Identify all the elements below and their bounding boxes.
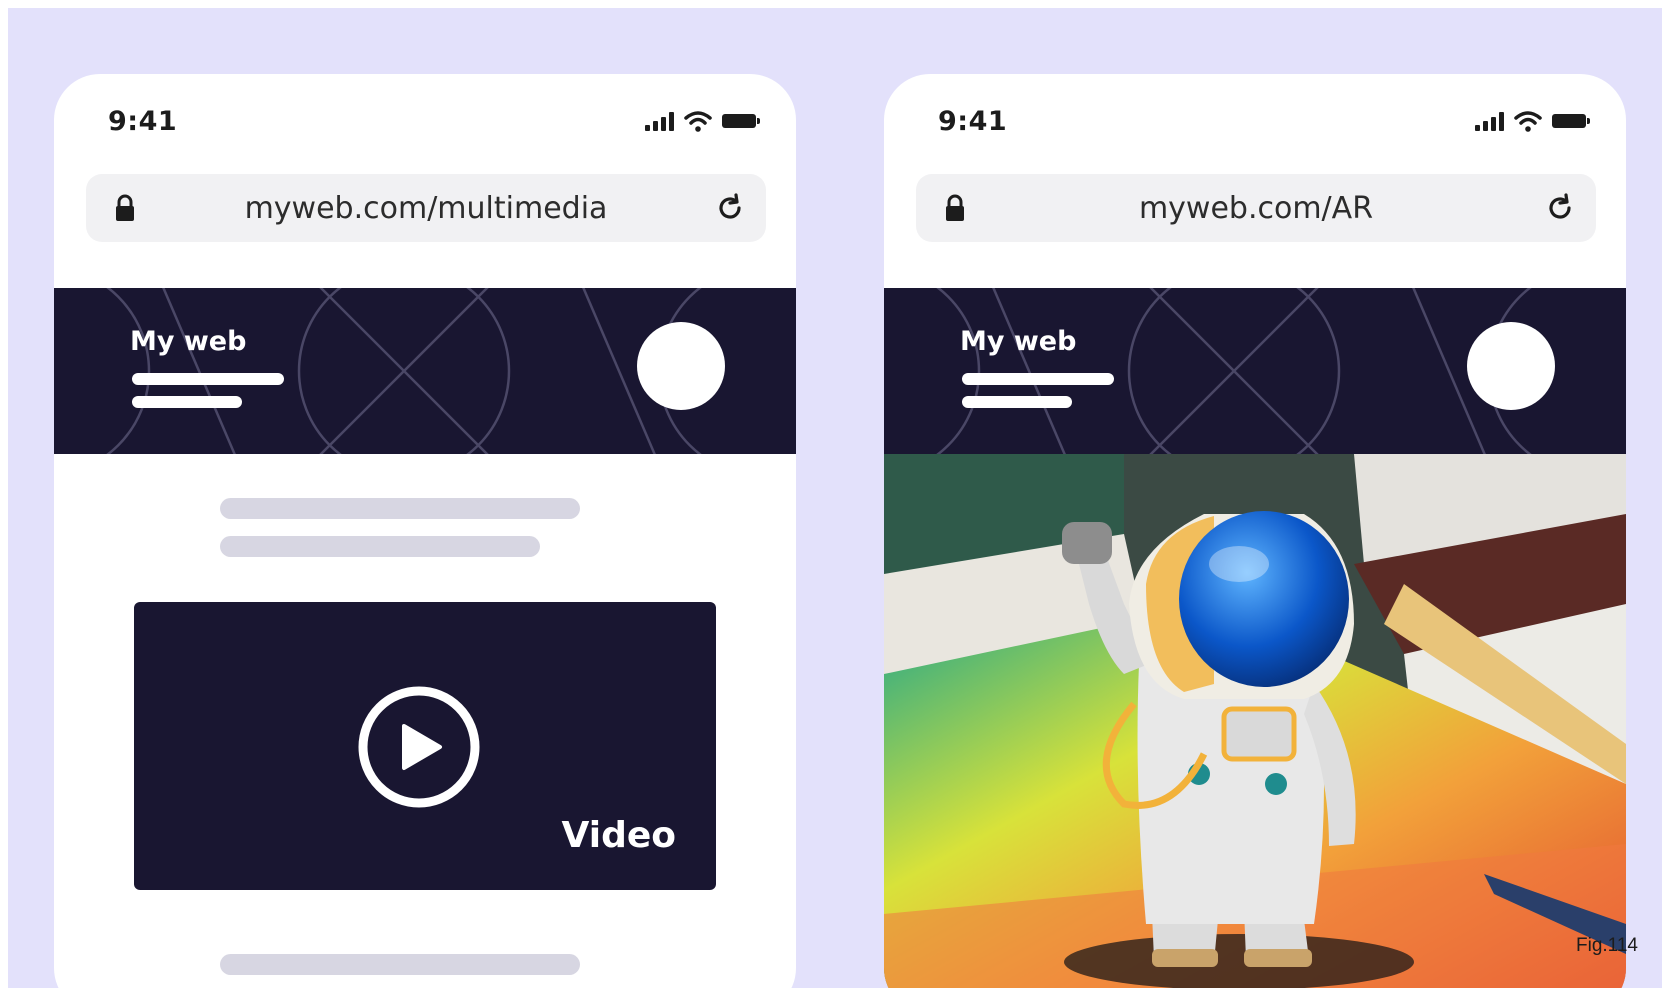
brand-name[interactable]: My web bbox=[130, 326, 246, 357]
phone-ar: 9:41 myweb.com/AR My web bbox=[884, 74, 1626, 988]
play-icon[interactable] bbox=[356, 684, 482, 810]
signal-icon bbox=[1475, 111, 1504, 131]
lock-icon bbox=[946, 194, 964, 221]
status-time: 9:41 bbox=[108, 106, 178, 137]
avatar[interactable] bbox=[1467, 322, 1555, 410]
phone-multimedia: 9:41 myweb.com/multimedia My web Video bbox=[54, 74, 796, 988]
ar-camera-view[interactable] bbox=[884, 454, 1626, 988]
site-header: My web bbox=[54, 288, 796, 454]
wifi-icon bbox=[1514, 111, 1542, 132]
ar-scene-illustration bbox=[884, 454, 1626, 988]
brand-tagline-placeholder bbox=[132, 373, 284, 385]
url-text[interactable]: myweb.com/multimedia bbox=[245, 191, 608, 226]
url-text[interactable]: myweb.com/AR bbox=[1139, 191, 1373, 226]
site-header: My web bbox=[884, 288, 1626, 454]
video-player[interactable]: Video bbox=[134, 602, 716, 890]
status-icons bbox=[645, 110, 760, 132]
status-icons bbox=[1475, 110, 1590, 132]
video-label: Video bbox=[561, 815, 677, 856]
avatar[interactable] bbox=[637, 322, 725, 410]
wifi-icon bbox=[684, 111, 712, 132]
address-bar[interactable]: myweb.com/AR bbox=[916, 174, 1596, 242]
battery-icon bbox=[722, 114, 760, 128]
canvas: 9:41 myweb.com/multimedia My web Video 9… bbox=[8, 8, 1662, 988]
text-placeholder bbox=[220, 954, 580, 975]
brand-tagline-placeholder bbox=[132, 396, 242, 408]
battery-icon bbox=[1552, 114, 1590, 128]
brand-name[interactable]: My web bbox=[960, 326, 1076, 357]
reload-icon[interactable] bbox=[1544, 192, 1576, 224]
reload-icon[interactable] bbox=[714, 192, 746, 224]
signal-icon bbox=[645, 111, 674, 131]
status-time: 9:41 bbox=[938, 106, 1008, 137]
figure-caption: Fig.114 bbox=[1576, 935, 1638, 956]
brand-tagline-placeholder bbox=[962, 373, 1114, 385]
lock-icon bbox=[116, 194, 134, 221]
text-placeholder bbox=[220, 536, 540, 557]
brand-tagline-placeholder bbox=[962, 396, 1072, 408]
text-placeholder bbox=[220, 498, 580, 519]
address-bar[interactable]: myweb.com/multimedia bbox=[86, 174, 766, 242]
